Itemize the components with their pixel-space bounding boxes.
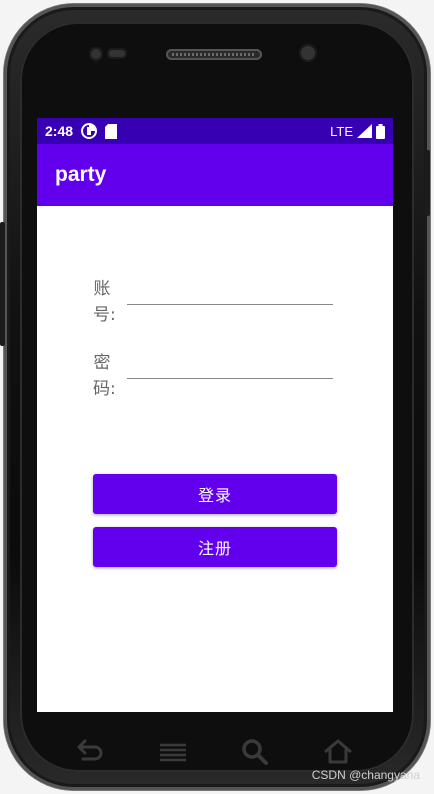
data-saver-icon bbox=[81, 123, 98, 139]
status-bar: 2:48 LTE bbox=[37, 118, 393, 144]
login-button[interactable]: 登录 bbox=[93, 474, 337, 514]
app-title: party bbox=[55, 163, 107, 186]
front-camera-icon bbox=[89, 47, 103, 61]
sd-card-icon bbox=[105, 123, 118, 139]
home-icon[interactable] bbox=[322, 736, 354, 768]
password-row: 密码: bbox=[93, 350, 116, 402]
phone-screen: 2:48 LTE party 账号: 密码: 登录 注册 bbox=[37, 118, 393, 712]
volume-button bbox=[425, 150, 430, 216]
account-input[interactable] bbox=[127, 276, 333, 305]
watermark: CSDN @changyana bbox=[311, 768, 420, 782]
password-label: 密码: bbox=[93, 353, 116, 399]
power-button bbox=[0, 222, 5, 346]
register-button[interactable]: 注册 bbox=[93, 527, 337, 567]
status-time: 2:48 bbox=[45, 123, 74, 139]
account-label: 账号: bbox=[93, 279, 116, 325]
battery-icon bbox=[376, 123, 385, 139]
earpiece-speaker bbox=[166, 49, 262, 60]
back-icon[interactable] bbox=[73, 736, 105, 768]
menu-icon[interactable] bbox=[157, 736, 189, 768]
search-icon[interactable] bbox=[239, 736, 271, 768]
account-row: 账号: bbox=[93, 276, 116, 328]
light-sensor-icon bbox=[299, 44, 317, 62]
app-bar: party bbox=[37, 144, 393, 206]
password-input[interactable] bbox=[127, 350, 333, 379]
signal-icon bbox=[357, 124, 372, 138]
sensor-icon bbox=[107, 48, 127, 59]
network-type: LTE bbox=[330, 123, 353, 139]
